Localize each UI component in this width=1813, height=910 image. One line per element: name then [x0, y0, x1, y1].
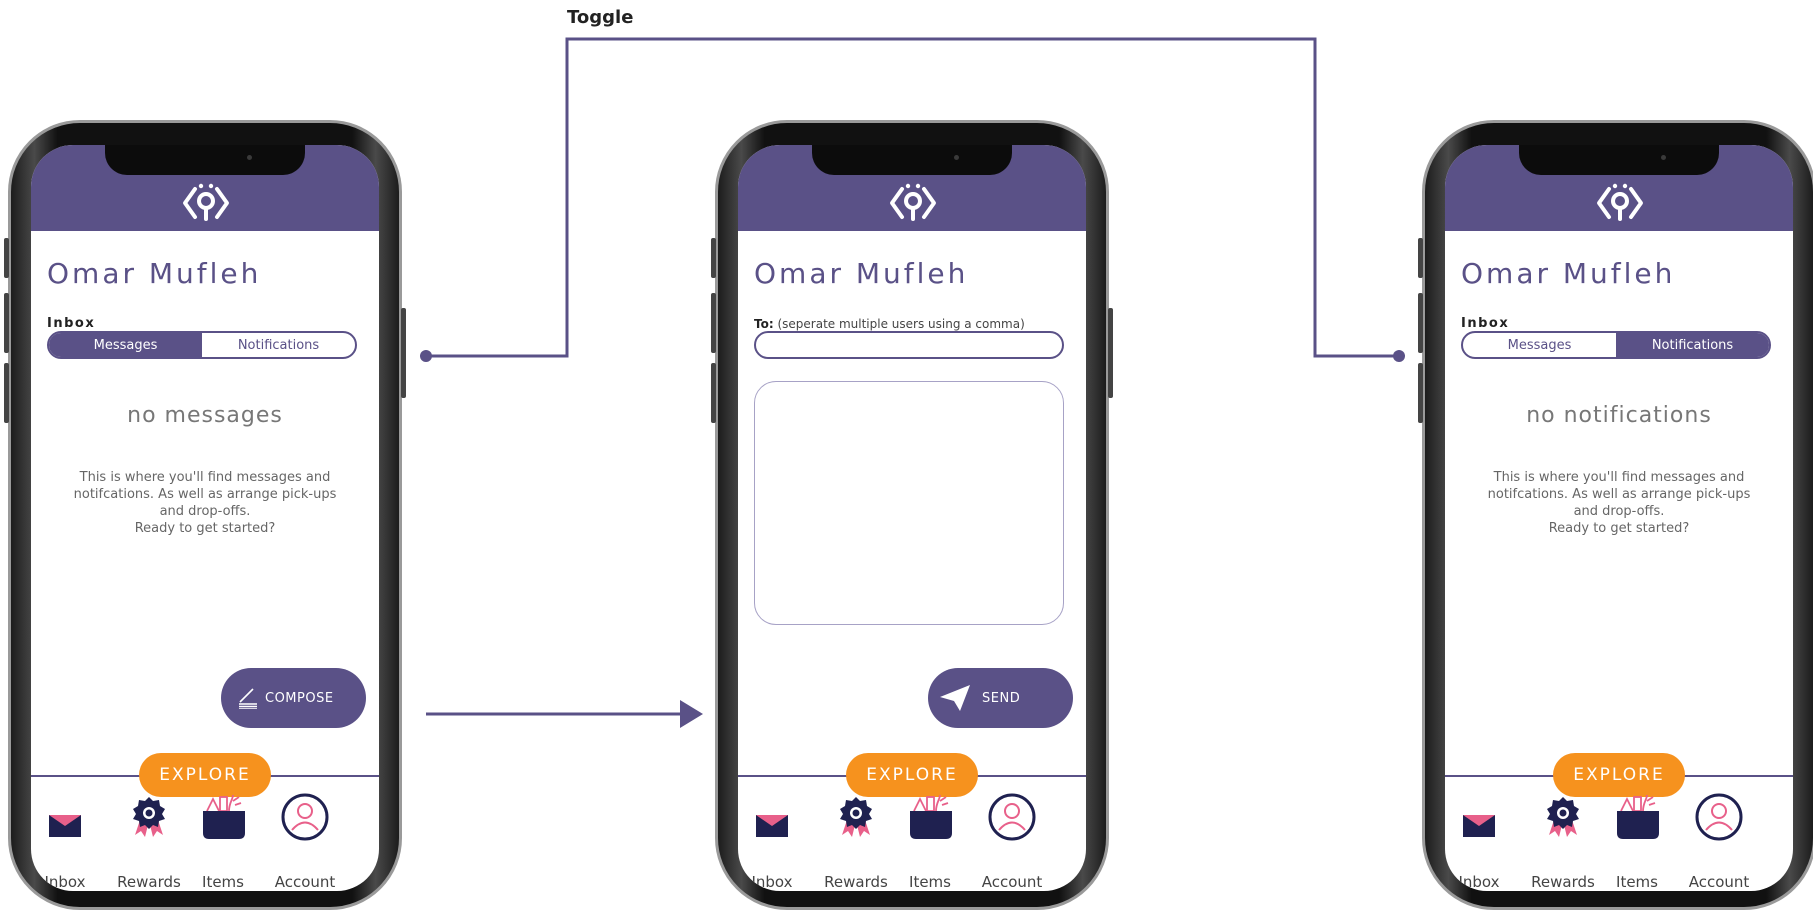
bottom-nav: Inbox Rewards Items Account [738, 793, 1086, 891]
app-logo-icon [890, 183, 936, 221]
phone-inbox-notifications: Omar Mufleh Inbox Messages Notifications… [1418, 120, 1813, 910]
send-button[interactable]: SEND [928, 668, 1073, 728]
explore-button[interactable]: EXPLORE [1553, 753, 1685, 797]
nav-label-account: Account [981, 873, 1043, 891]
envelope-icon [756, 815, 788, 837]
nav-label-items: Items [909, 873, 951, 891]
bottom-nav: Inbox Rewards Items Account [31, 793, 379, 891]
inbox-tab-toggle: Messages Notifications [1461, 331, 1771, 359]
app-logo-icon [1597, 183, 1643, 221]
nav-label-inbox: Inbox [1458, 873, 1500, 891]
app-logo-icon [183, 183, 229, 221]
inbox-section-label: Inbox [1461, 316, 1510, 331]
compose-button[interactable]: COMPOSE [221, 668, 366, 728]
basket-icon [910, 794, 952, 839]
basket-icon [1617, 794, 1659, 839]
compose-arrow-head [680, 700, 703, 728]
envelope-icon [1463, 815, 1495, 837]
tab-messages[interactable]: Messages [49, 333, 202, 357]
paper-plane-icon [940, 685, 970, 711]
nav-label-inbox: Inbox [751, 873, 793, 891]
toggle-label: Toggle [567, 7, 634, 28]
tab-notifications[interactable]: Notifications [202, 333, 355, 357]
screen-compose: Omar Mufleh To: (seperate multiple users… [738, 145, 1086, 891]
toggle-end-dot [1393, 350, 1405, 362]
user-name-title: Omar Mufleh [1461, 257, 1676, 290]
nav-label-items: Items [202, 873, 244, 891]
tab-notifications[interactable]: Notifications [1616, 333, 1769, 357]
user-name-title: Omar Mufleh [47, 257, 262, 290]
inbox-section-label: Inbox [47, 316, 96, 331]
envelope-icon [49, 815, 81, 837]
award-ribbon-icon [840, 797, 872, 837]
recipient-input[interactable] [754, 331, 1064, 359]
phone-inbox-messages: Omar Mufleh Inbox Messages Notifications… [4, 120, 406, 910]
inbox-tab-toggle: Messages Notifications [47, 331, 357, 359]
phone-notch [105, 145, 305, 175]
send-button-label: SEND [982, 690, 1021, 706]
user-name-title: Omar Mufleh [754, 257, 969, 290]
screen-inbox-notifications: Omar Mufleh Inbox Messages Notifications… [1445, 145, 1793, 891]
empty-state-text: This is where you'll find messages and n… [73, 470, 337, 536]
user-circle-icon [1695, 793, 1743, 841]
award-ribbon-icon [133, 797, 165, 837]
compose-button-label: COMPOSE [265, 690, 334, 706]
nav-label-account: Account [274, 873, 336, 891]
explore-button[interactable]: EXPLORE [139, 753, 271, 797]
to-field-label: To: (seperate multiple users using a com… [754, 317, 1025, 331]
empty-state-title: no notifications [1526, 403, 1712, 428]
screen-inbox-messages: Omar Mufleh Inbox Messages Notifications… [31, 145, 379, 891]
compose-icon [239, 688, 257, 709]
tab-messages[interactable]: Messages [1463, 333, 1616, 357]
nav-label-inbox: Inbox [44, 873, 86, 891]
explore-button[interactable]: EXPLORE [846, 753, 978, 797]
phone-notch [1519, 145, 1719, 175]
nav-label-rewards: Rewards [117, 873, 181, 891]
empty-state-text: This is where you'll find messages and n… [1487, 470, 1751, 536]
nav-label-items: Items [1616, 873, 1658, 891]
nav-label-account: Account [1688, 873, 1750, 891]
bottom-nav: Inbox Rewards Items Account [1445, 793, 1793, 891]
award-ribbon-icon [1547, 797, 1579, 837]
phone-compose: Omar Mufleh To: (seperate multiple users… [711, 120, 1113, 910]
message-textarea[interactable] [754, 381, 1064, 625]
user-circle-icon [988, 793, 1036, 841]
basket-icon [203, 794, 245, 839]
empty-state-title: no messages [127, 403, 283, 428]
phone-notch [812, 145, 1012, 175]
nav-label-rewards: Rewards [824, 873, 888, 891]
user-circle-icon [281, 793, 329, 841]
nav-label-rewards: Rewards [1531, 873, 1595, 891]
toggle-start-dot [420, 350, 432, 362]
